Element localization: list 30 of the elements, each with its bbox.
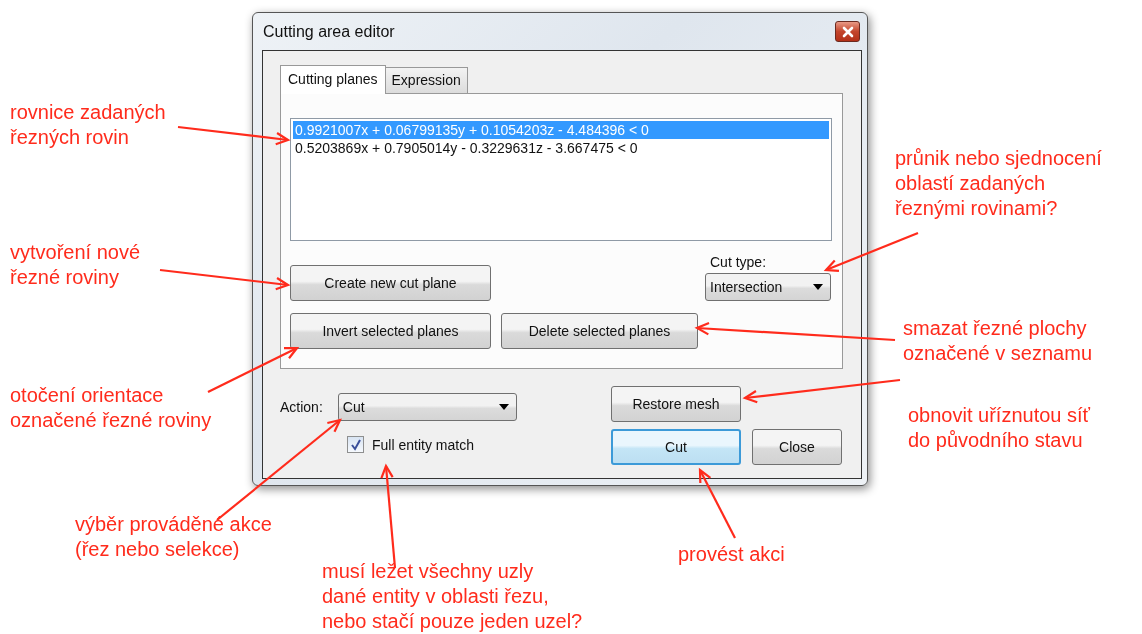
delete-planes-button[interactable]: Delete selected planes (501, 313, 698, 349)
annotation-arrow (698, 467, 736, 539)
annotation-text: provést akci (678, 542, 785, 567)
cut-type-label: Cut type: (710, 254, 767, 270)
checkbox-label: Full entity match (372, 436, 474, 453)
cut-type-dropdown[interactable]: Intersection (705, 273, 831, 301)
create-plane-button[interactable]: Create new cut plane (290, 265, 491, 301)
close-button[interactable] (835, 21, 860, 42)
annotation-text: vytvoření nové řezné roviny (10, 240, 141, 290)
annotation-text: průnik nebo sjednocení oblastí zadaných řeznými rovinami? (895, 146, 1102, 221)
action-label: Action: (280, 399, 323, 415)
annotation-text: musí ležet všechny uzly dané entity v oblasti řezu, nebo stačí pouze jeden uzel? (322, 559, 583, 634)
window-title: Cutting area editor (263, 22, 395, 41)
annotation-text: otočení orientace označené řezné roviny (10, 383, 212, 433)
annotation-text: rovnice zadaných řezných rovin (10, 100, 166, 150)
list-item[interactable]: 0.5203869x + 0.7905014y - 0.3229631z - 3.667475 < 0 (293, 139, 829, 157)
annotation-text: obnovit uříznutou síť do původního stavu (908, 403, 1091, 453)
tab[interactable]: Expression (384, 67, 468, 93)
tab[interactable]: Cutting planes (280, 65, 386, 94)
caret-icon (498, 404, 509, 410)
close-icon (841, 25, 854, 38)
caret-icon (813, 284, 823, 290)
annotation-text: smazat řezné plochy označené v seznamu (903, 316, 1092, 366)
restore-mesh-button[interactable]: Restore mesh (611, 386, 741, 422)
annotation-text: výběr prováděné akce (řez nebo selekce) (75, 512, 272, 562)
invert-planes-button[interactable]: Invert selected planes (290, 313, 491, 349)
cut-button[interactable]: Cut (611, 429, 741, 465)
checkbox[interactable] (347, 436, 364, 453)
action-dropdown[interactable]: Cut (337, 393, 517, 421)
close-dialog-button[interactable]: Close (752, 429, 842, 465)
